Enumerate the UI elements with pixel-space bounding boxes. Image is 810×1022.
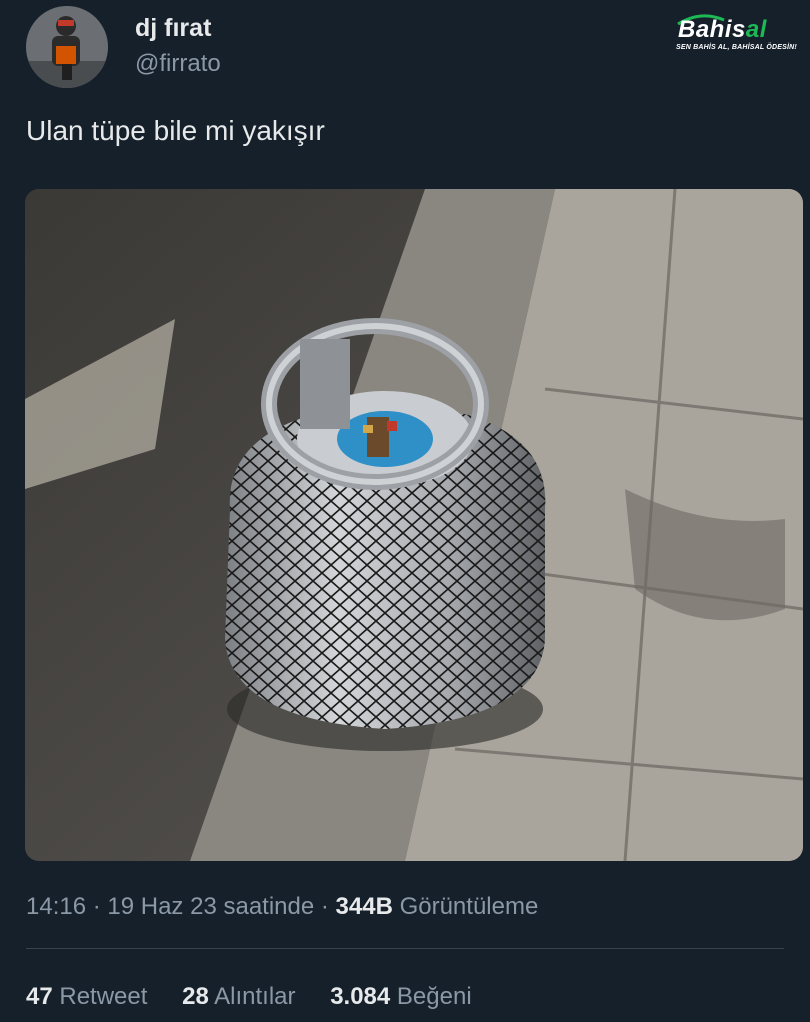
retweets-stat[interactable]: 47 Retweet [26, 983, 147, 1010]
user-handle[interactable]: @firrato [135, 50, 221, 78]
quotes-label: Alıntılar [214, 983, 296, 1010]
display-name[interactable]: dj fırat [135, 14, 211, 43]
likes-stat[interactable]: 3.084 Beğeni [330, 983, 471, 1010]
logo-slogan: SEN BAHİS AL, BAHİSAL ÖDESİN! [676, 44, 797, 51]
likes-count: 3.084 [330, 983, 391, 1010]
logo-wordmark: Bahisal [678, 16, 767, 44]
likes-label: Beğeni [396, 983, 472, 1010]
meta-separator: · [86, 893, 108, 920]
tweet-time[interactable]: 14:16 [26, 893, 86, 920]
tweet-meta: 14:16 · 19 Haz 23 saatinde · 344B Görünt… [26, 893, 538, 921]
divider [26, 948, 784, 949]
avatar-image [26, 6, 108, 88]
tweet-photo[interactable] [25, 189, 803, 861]
views-label: Görüntüleme [399, 893, 539, 920]
logo-word-prefix: Bahis [678, 16, 746, 43]
retweets-label: Retweet [59, 983, 148, 1010]
avatar[interactable] [26, 6, 108, 88]
quotes-stat[interactable]: 28 Alıntılar [182, 983, 295, 1010]
tweet-text: Ulan tüpe bile mi yakışır [26, 115, 325, 146]
logo-word-suffix: al [745, 16, 767, 43]
photo-gas-cylinder-icon [25, 189, 803, 861]
quotes-count: 28 [182, 983, 209, 1010]
meta-separator: · [314, 893, 336, 920]
retweets-count: 47 [26, 983, 53, 1010]
tweet-date[interactable]: 19 Haz 23 saatinde [107, 893, 314, 920]
views-count: 344B [335, 893, 393, 920]
engagement-stats: 47 Retweet 28 Alıntılar 3.084 Beğeni [26, 983, 500, 1011]
bahisal-logo: Bahisal SEN BAHİS AL, BAHİSAL ÖDESİN! [672, 14, 798, 56]
